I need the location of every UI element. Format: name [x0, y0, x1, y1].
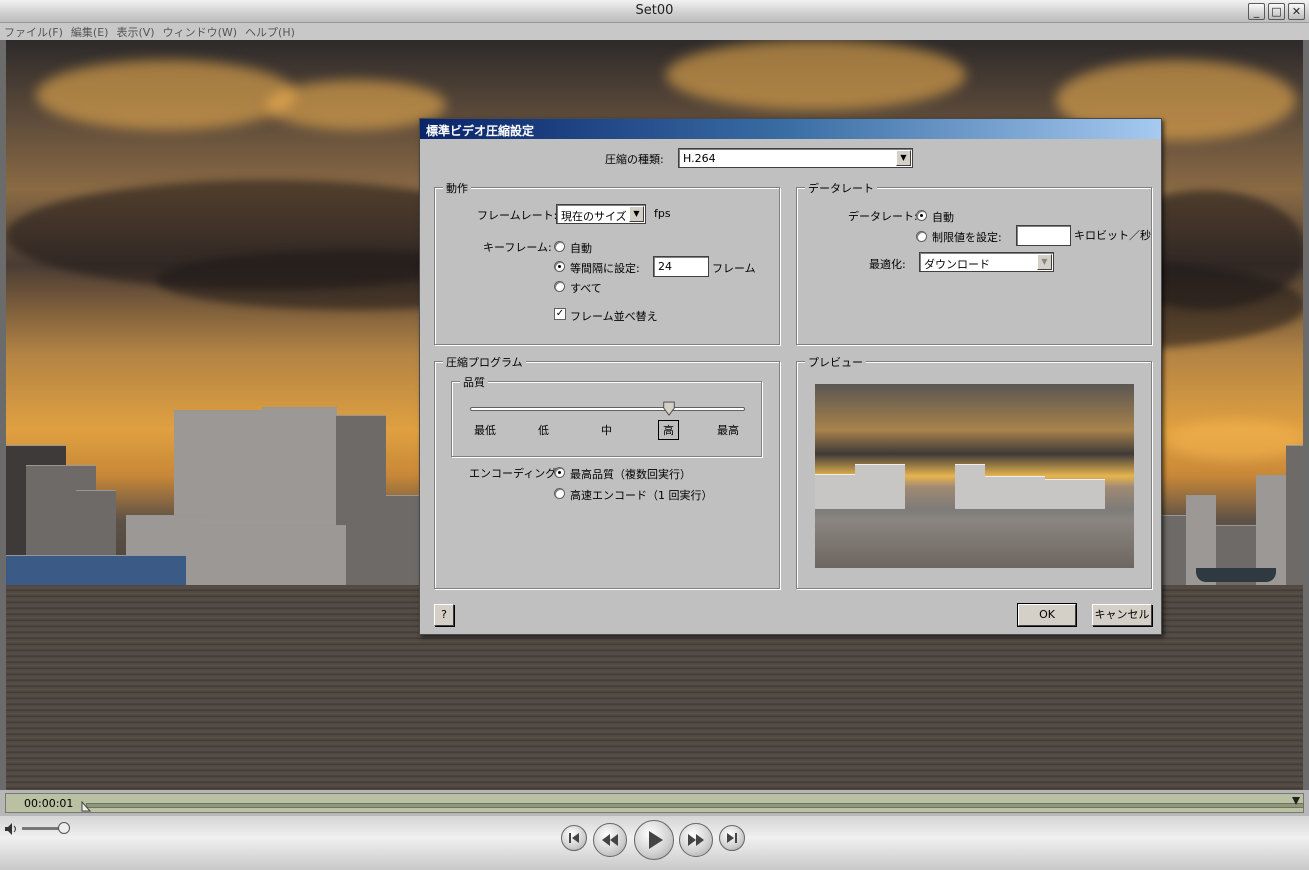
- in-point-marker[interactable]: [81, 800, 91, 812]
- quality-group-title: 品質: [460, 374, 488, 390]
- menu-bar: ファイル(F) 編集(E) 表示(V) ウィンドウ(W) ヘルプ(H): [0, 23, 1309, 40]
- kbps-label: キロビット／秒: [1074, 229, 1151, 242]
- quality-tick-lowest: 最低: [474, 424, 496, 437]
- frame-reorder-checkbox[interactable]: ✓: [554, 308, 566, 320]
- keyframe-interval-radio[interactable]: [554, 261, 565, 272]
- menu-help[interactable]: ヘルプ(H): [241, 23, 299, 40]
- data-rate-label: データレート:: [848, 210, 918, 223]
- frames-label: フレーム: [712, 262, 756, 275]
- cancel-button[interactable]: キャンセル: [1092, 604, 1152, 626]
- data-rate-group-title: データレート: [805, 180, 877, 196]
- optimize-select[interactable]: ダウンロード ▼: [919, 252, 1054, 272]
- data-rate-auto-radio[interactable]: [916, 210, 927, 221]
- fast-forward-icon[interactable]: [679, 823, 713, 857]
- quality-tick-low: 低: [538, 424, 549, 437]
- chevron-down-icon: ▼: [896, 150, 911, 166]
- out-point-marker[interactable]: [1291, 796, 1301, 808]
- timeline-bar: 00:00:01: [0, 790, 1309, 816]
- quality-slider-track[interactable]: [470, 407, 745, 411]
- encoding-fast-label: 高速エンコード（1 回実行）: [570, 489, 713, 502]
- chevron-down-icon: ▼: [629, 206, 644, 222]
- motion-group-title: 動作: [443, 180, 471, 196]
- compression-type-label: 圧縮の種類:: [605, 153, 664, 166]
- go-to-end-icon[interactable]: [719, 825, 745, 851]
- keyframe-all-label: すべて: [570, 282, 602, 295]
- compression-settings-dialog: 標準ビデオ圧縮設定 圧縮の種類: H.264 ▼ 動作 フレームレート: 現在の…: [419, 118, 1162, 635]
- menu-window[interactable]: ウィンドウ(W): [159, 23, 241, 40]
- keyframe-interval-input[interactable]: 24: [653, 256, 709, 277]
- volume-icon[interactable]: [4, 822, 20, 836]
- compression-type-value: H.264: [683, 152, 716, 165]
- quality-group: 品質: [451, 374, 762, 457]
- fps-label: fps: [654, 207, 671, 220]
- compressor-group-title: 圧縮プログラム: [443, 354, 526, 370]
- compression-type-select[interactable]: H.264 ▼: [678, 148, 913, 168]
- timecode-display: 00:00:01: [5, 793, 1304, 813]
- preview-image: [815, 384, 1134, 568]
- help-button[interactable]: ?: [434, 604, 454, 626]
- keyframe-label: キーフレーム:: [483, 241, 552, 254]
- timecode: 00:00:01: [24, 797, 74, 810]
- chevron-down-icon: ▼: [1037, 254, 1052, 270]
- frame-rate-label: フレームレート:: [477, 209, 558, 222]
- preview-group-title: プレビュー: [805, 354, 866, 370]
- encoding-fast-radio[interactable]: [554, 488, 565, 499]
- frame-reorder-label: フレーム並べ替え: [570, 310, 658, 323]
- minimize-button[interactable]: _: [1248, 3, 1265, 20]
- frame-rate-select[interactable]: 現在のサイズ ▼: [556, 204, 646, 224]
- frame-rate-value: 現在のサイズ: [561, 210, 627, 223]
- data-rate-limit-input[interactable]: [1016, 225, 1071, 246]
- quality-slider-thumb[interactable]: [662, 401, 676, 417]
- ok-button[interactable]: OK: [1017, 603, 1077, 627]
- quality-tick-high: 高: [658, 420, 679, 440]
- go-to-start-icon[interactable]: [561, 825, 587, 851]
- window-title: Set00: [635, 3, 674, 18]
- playback-controls: [0, 816, 1309, 870]
- window-titlebar: Set00 _ □ ✕: [0, 0, 1309, 23]
- volume-slider-thumb[interactable]: [58, 822, 70, 834]
- menu-file[interactable]: ファイル(F): [0, 23, 67, 40]
- quality-tick-best: 最高: [717, 424, 739, 437]
- encoding-best-label: 最高品質（複数回実行）: [570, 468, 691, 481]
- maximize-button[interactable]: □: [1268, 3, 1285, 20]
- encoding-label: エンコーディング:: [469, 467, 560, 480]
- menu-edit[interactable]: 編集(E): [67, 23, 113, 40]
- data-rate-limit-radio[interactable]: [916, 231, 927, 242]
- keyframe-all-radio[interactable]: [554, 281, 565, 292]
- keyframe-auto-label: 自動: [570, 242, 592, 255]
- keyframe-auto-radio[interactable]: [554, 241, 565, 252]
- boat: [1196, 568, 1276, 582]
- dialog-title: 標準ビデオ圧縮設定: [420, 119, 1161, 139]
- quality-tick-medium: 中: [601, 424, 612, 437]
- optimize-label: 最適化:: [869, 258, 906, 271]
- keyframe-interval-label: 等間隔に設定:: [570, 262, 640, 275]
- scrub-bar[interactable]: [86, 803, 1304, 808]
- data-rate-limit-label: 制限値を設定:: [932, 231, 1002, 244]
- play-icon[interactable]: [634, 820, 674, 860]
- optimize-value: ダウンロード: [924, 258, 990, 271]
- menu-view[interactable]: 表示(V): [112, 23, 158, 40]
- encoding-best-radio[interactable]: [554, 467, 565, 478]
- close-button[interactable]: ✕: [1288, 3, 1305, 20]
- rewind-icon[interactable]: [593, 823, 627, 857]
- data-rate-auto-label: 自動: [932, 211, 954, 224]
